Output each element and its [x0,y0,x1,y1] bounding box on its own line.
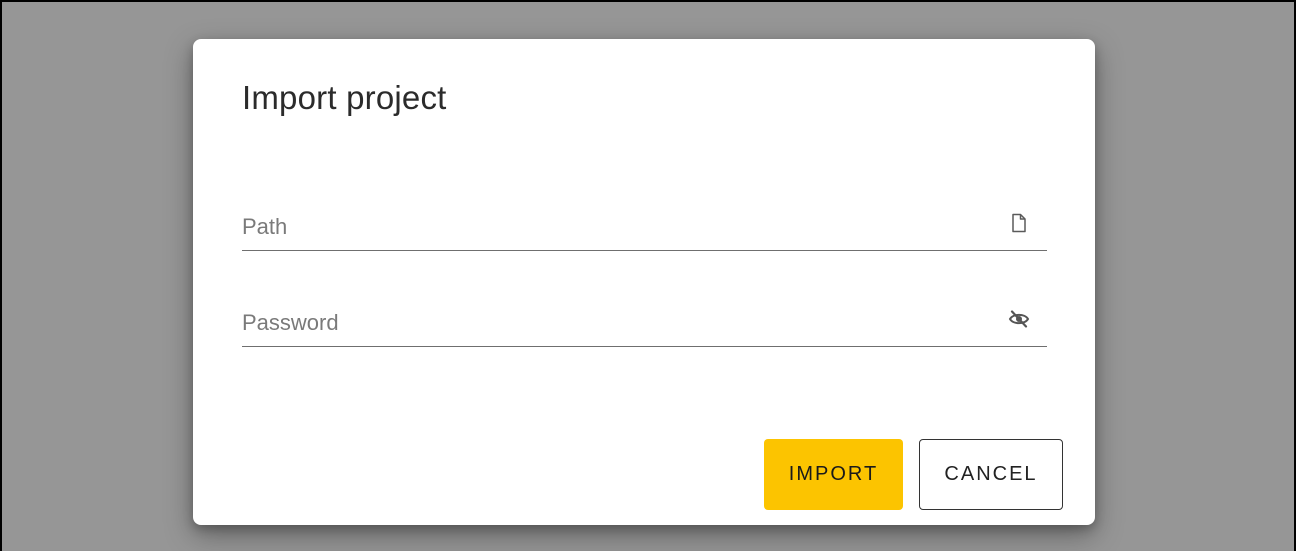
import-project-dialog: Import project IMPORT CANCEL [193,39,1095,525]
import-button[interactable]: IMPORT [764,439,903,510]
file-icon[interactable] [1007,211,1031,235]
cancel-button[interactable]: CANCEL [919,439,1063,510]
password-field[interactable] [242,301,1047,347]
password-input[interactable] [242,305,982,341]
modal-backdrop[interactable]: Import project IMPORT CANCEL [0,0,1296,551]
eye-off-icon[interactable] [1007,307,1031,331]
dialog-title: Import project [242,79,447,116]
path-field[interactable] [242,205,1047,251]
path-input[interactable] [242,209,982,245]
